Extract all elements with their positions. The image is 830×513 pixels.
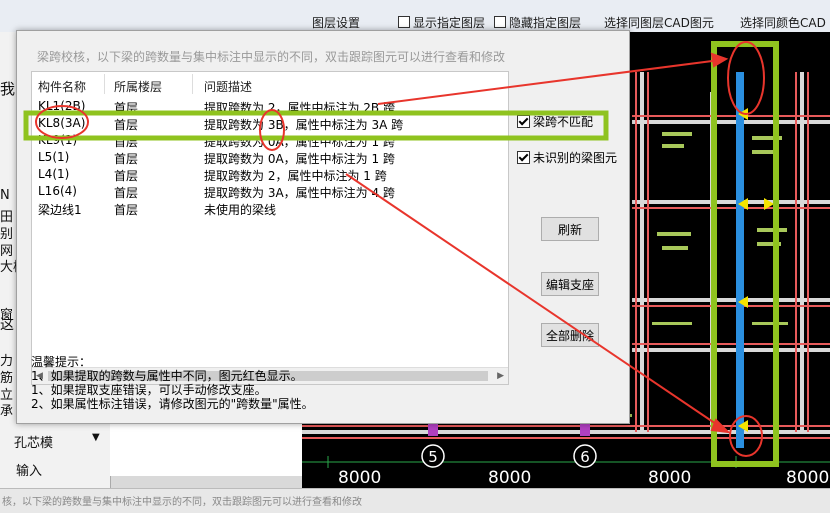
delete-all-button[interactable]: 全部删除 [541,323,599,347]
checkbox-icon [398,16,410,28]
edit-support-button[interactable]: 编辑支座 [541,272,599,296]
tip-line: 2、如果属性标注错误，请修改图元的"跨数量"属性。 [31,397,314,411]
dimension-label: 8000 [786,468,829,488]
checkbox-checked-icon[interactable] [517,151,530,164]
top-toolbar: 图层设置 显示指定图层 隐藏指定图层 选择同图层CAD图元 选择同颜色CAD [0,0,830,33]
table-row[interactable]: L4(1) 首层 提取跨数为 2，属性中标注为 1 跨 [32,166,508,183]
dimension-label: 8000 [648,468,691,488]
tip-line: 1、如果提取支座错误，可以手动修改支座。 [31,383,267,397]
dimension-label: 8000 [338,468,381,488]
status-bar: 核，以下梁的跨数量与集中标注中显示的不同，双击跟踪图元可以进行查看和修改 [0,488,830,513]
tip-line: 1、如果提取的跨数与属性中不同，图元红色显示。 [31,369,303,383]
col-header-description[interactable]: 问题描述 [204,78,252,95]
checkbox-icon [494,16,506,28]
checkbox-span-mismatch[interactable]: 梁跨不匹配 [517,113,593,130]
axis-label: 5 [428,448,438,466]
dimension-label: 8000 [488,468,531,488]
checkbox-unrecognized-beam[interactable]: 未识别的梁图元 [517,149,617,166]
status-text: 核，以下梁的跨数量与集中标注中显示的不同，双击跟踪图元可以进行查看和修改 [2,497,362,508]
table-row[interactable]: KL9(1) 首层 提取跨数为 0A，属性中标注为 1 跨 [32,132,508,149]
scroll-right-icon[interactable]: ▶ [497,371,504,381]
table-row[interactable]: L5(1) 首层 提取跨数为 0A，属性中标注为 1 跨 [32,149,508,166]
toolbar-select-same-color[interactable]: 选择同颜色CAD [740,14,826,31]
panel-text: 承 [0,404,14,419]
refresh-button[interactable]: 刷新 [541,217,599,241]
col-header-floor[interactable]: 所属楼层 [114,78,162,95]
toolbar-show-layer[interactable]: 显示指定图层 [398,14,485,31]
toolbar-select-same-layer[interactable]: 选择同图层CAD图元 [604,14,714,31]
axis-label: 6 [580,448,590,466]
toolbar-layer-settings[interactable]: 图层设置 [312,14,360,31]
dialog-title: 梁跨校核，以下梁的跨数量与集中标注中显示的不同，双击跟踪图元可以进行查看和修改 [37,50,506,64]
panel-text: N [0,188,10,203]
tip-heading: 温馨提示： [31,355,92,369]
panel-text: 孔芯模 [14,436,54,451]
col-header-name[interactable]: 构件名称 [38,78,86,95]
table-row[interactable]: KL8(3A) 首层 提取跨数为 3B，属性中标注为 3A 跨 [32,115,508,132]
toolbar-hide-layer[interactable]: 隐藏指定图层 [494,14,581,31]
panel-text: 这 [0,317,14,333]
table-row[interactable]: KL1(2B) 首层 提取跨数为 2，属性中标注为 2B 跨 [32,98,508,115]
issues-table[interactable]: 构件名称 所属楼层 问题描述 KL1(2B) 首层 提取跨数为 2，属性中标注为… [31,71,509,385]
tips-section: 温馨提示： 1、如果提取的跨数与属性中不同，图元红色显示。 1、如果提取支座错误… [31,355,314,411]
table-row[interactable]: L16(4) 首层 提取跨数为 3A，属性中标注为 4 跨 [32,183,508,200]
table-row[interactable]: 梁边线1 首层 未使用的梁线 [32,200,508,217]
span-check-dialog: 梁跨校核，以下梁的跨数量与集中标注中显示的不同，双击跟踪图元可以进行查看和修改 … [16,30,630,424]
panel-text: 我 [0,80,16,98]
chevron-down-icon[interactable]: ▼ [92,432,100,443]
panel-text: 输入 [16,464,43,479]
checkbox-checked-icon[interactable] [517,115,530,128]
